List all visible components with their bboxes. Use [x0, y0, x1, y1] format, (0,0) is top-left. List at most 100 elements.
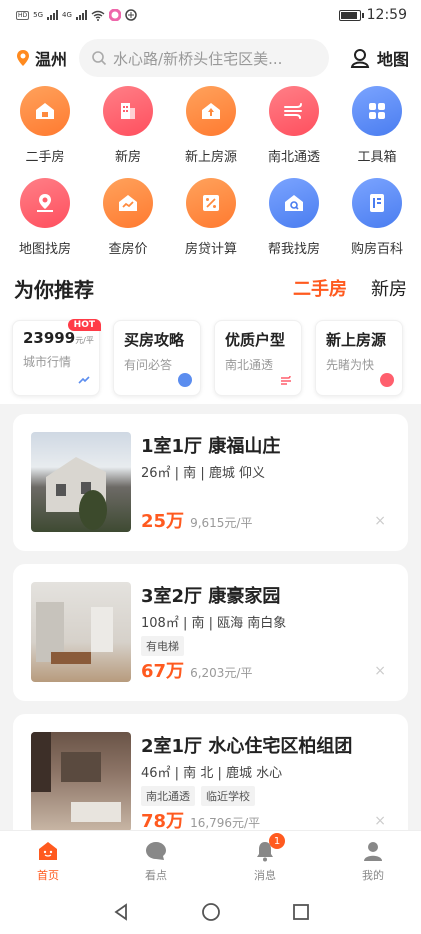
grid-label: 地图找房 — [18, 242, 71, 257]
card-subtitle: 南北通透 — [225, 358, 274, 372]
battery-icon — [338, 9, 364, 21]
grid-label: 帮我找房 — [267, 242, 320, 257]
listing-info: 26㎡ | 南 | 鹿城 仰义 — [141, 466, 265, 481]
trend-icon — [103, 178, 153, 228]
grid-label: 新上房源 — [184, 150, 237, 165]
card-title: 新上房源 — [326, 331, 387, 349]
listing-price-row: 78万 16,796元/平 — [141, 807, 260, 830]
building-icon — [103, 86, 153, 136]
card-subtitle: 先睹为快 — [326, 358, 375, 372]
card-title: 买房攻略 — [124, 331, 185, 349]
signal-icon-2 — [75, 10, 87, 20]
home-icon[interactable] — [201, 902, 221, 922]
book-icon — [352, 178, 402, 228]
grid-label: 南北通透 — [267, 150, 320, 165]
city-selector[interactable]: 温州 — [16, 46, 67, 70]
grid-item-encyclopedia[interactable]: 购房百科 — [337, 178, 417, 257]
hd-icon: HD — [16, 10, 30, 20]
card-quality-layout[interactable]: 优质户型 南北通透 — [214, 320, 302, 396]
grid-label: 二手房 — [25, 150, 65, 165]
trend-up-icon — [78, 376, 90, 384]
header: 温州 水心路/新桥头住宅区美... 地图 — [0, 30, 421, 86]
home-face-icon — [39, 842, 57, 860]
listing-card[interactable]: 3室2厅 康豪家园 108㎡ | 南 | 瓯海 南白象 有电梯 67万 6,20… — [13, 564, 408, 701]
nav-highlights[interactable]: 看点 — [126, 839, 186, 883]
listing-tags: 南北通透 临近学校 — [141, 786, 255, 806]
card-market-price[interactable]: HOT 23999元/平 城市行情 — [12, 319, 101, 396]
grid-item-mortgage[interactable]: 房贷计算 — [171, 178, 251, 257]
listing-photo — [31, 582, 131, 682]
grid-item-map-search[interactable]: 地图找房 — [5, 178, 85, 257]
card-new-listings[interactable]: 新上房源 先睹为快 — [315, 320, 403, 396]
listing-card[interactable]: 2室1厅 水心住宅区柏组团 46㎡ | 南 北 | 鹿城 水心 南北通透 临近学… — [13, 714, 408, 830]
mini-cards: HOT 23999元/平 城市行情 买房攻略 有问必答 优质户型 南北通透 新上… — [0, 312, 421, 404]
grid-label: 查房价 — [108, 242, 148, 257]
listing-photo — [31, 432, 131, 532]
wifi-icon — [91, 10, 105, 21]
listing-list: 1室1厅 康福山庄 26㎡ | 南 | 鹿城 仰义 25万 9,615元/平 ×… — [0, 404, 421, 830]
listing-price: 25万 — [141, 511, 185, 532]
listing-title: 3室2厅 康豪家园 — [141, 586, 281, 607]
wind-icon — [269, 86, 319, 136]
grid-item-new-listings[interactable]: 新上房源 — [171, 86, 251, 165]
search-house-icon — [269, 178, 319, 228]
listing-card[interactable]: 1室1厅 康福山庄 26㎡ | 南 | 鹿城 仰义 25万 9,615元/平 × — [13, 414, 408, 551]
card-subtitle: 城市行情 — [23, 355, 72, 369]
grid-label: 工具箱 — [357, 150, 397, 165]
search-icon — [92, 51, 107, 66]
listing-unit-price: 16,796元/平 — [190, 816, 261, 830]
listing-tags: 有电梯 — [141, 636, 184, 656]
system-nav — [0, 890, 421, 934]
listing-price: 67万 — [141, 661, 185, 682]
user-icon — [364, 842, 382, 861]
recents-icon[interactable] — [291, 902, 311, 922]
map-person-icon — [350, 49, 370, 68]
nav-home[interactable]: 首页 — [18, 839, 78, 883]
recommend-title: 为你推荐 — [14, 277, 94, 302]
dismiss-icon[interactable]: × — [374, 813, 386, 829]
status-right: 12:59 — [338, 7, 407, 23]
nav-messages[interactable]: 1 消息 — [235, 833, 295, 883]
grid-item-xinfang[interactable]: 新房 — [88, 86, 168, 165]
search-placeholder: 水心路/新桥头住宅区美... — [113, 49, 283, 68]
back-icon[interactable] — [111, 902, 131, 922]
toolbox-icon — [352, 86, 402, 136]
dismiss-icon[interactable]: × — [374, 513, 386, 529]
dismiss-icon[interactable]: × — [374, 663, 386, 679]
app-notification-icon-2 — [125, 9, 137, 21]
calculator-icon — [186, 178, 236, 228]
grid-item-help-find[interactable]: 帮我找房 — [254, 178, 334, 257]
grid-item-price-check[interactable]: 查房价 — [88, 178, 168, 257]
map-label: 地图 — [376, 50, 409, 69]
listing-tag: 临近学校 — [201, 786, 255, 806]
card-title: 优质户型 — [225, 331, 286, 349]
tab-ershoufang[interactable]: 二手房 — [293, 275, 347, 301]
listing-tag: 有电梯 — [141, 636, 184, 656]
nav-label: 看点 — [145, 869, 167, 882]
grid-item-toolbox[interactable]: 工具箱 — [337, 86, 417, 165]
grid-label: 新房 — [114, 150, 141, 165]
listing-title: 2室1厅 水心住宅区柏组团 — [141, 736, 353, 757]
nav-label: 我的 — [362, 869, 384, 882]
message-badge: 1 — [269, 833, 285, 849]
new-listing-icon — [186, 86, 236, 136]
nav-label: 消息 — [254, 869, 276, 882]
listing-title: 1室1厅 康福山庄 — [141, 436, 281, 457]
map-button[interactable]: 地图 — [349, 46, 409, 70]
nav-label: 首页 — [37, 869, 59, 882]
nav-me[interactable]: 我的 — [343, 839, 403, 883]
net2-label: 4G — [62, 11, 72, 19]
listing-info: 46㎡ | 南 北 | 鹿城 水心 — [141, 766, 283, 781]
app-notification-icon — [108, 9, 121, 21]
search-input[interactable]: 水心路/新桥头住宅区美... — [79, 39, 330, 77]
listing-unit-price: 6,203元/平 — [190, 666, 253, 680]
recommend-header: 为你推荐 二手房 新房 — [0, 264, 421, 312]
listing-photo — [31, 732, 131, 830]
listing-price-row: 25万 9,615元/平 — [141, 507, 252, 533]
signal-icon — [47, 10, 59, 20]
card-buying-guide[interactable]: 买房攻略 有问必答 — [113, 320, 201, 396]
grid-item-north-south[interactable]: 南北通透 — [254, 86, 334, 165]
tab-xinfang[interactable]: 新房 — [371, 275, 407, 301]
listing-price: 78万 — [141, 811, 185, 830]
grid-item-ershoufang[interactable]: 二手房 — [5, 86, 85, 165]
